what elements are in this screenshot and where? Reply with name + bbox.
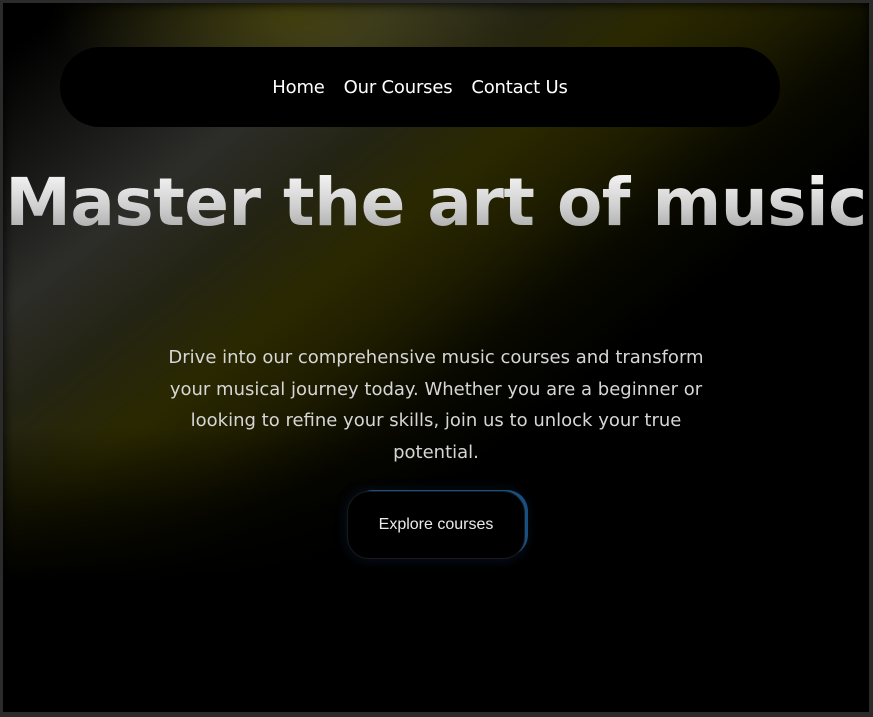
nav-link-home[interactable]: Home (272, 77, 325, 98)
nav-link-contact-us[interactable]: Contact Us (471, 77, 568, 98)
page-frame: Home Our Courses Contact Us Master the a… (3, 3, 869, 712)
hero-title: Master the art of music (3, 163, 869, 243)
nav-link-our-courses[interactable]: Our Courses (344, 77, 453, 98)
top-navigation: Home Our Courses Contact Us (60, 47, 780, 127)
explore-courses-button[interactable]: Explore courses (347, 491, 525, 559)
hero-description: Drive into our comprehensive music cours… (168, 347, 704, 463)
